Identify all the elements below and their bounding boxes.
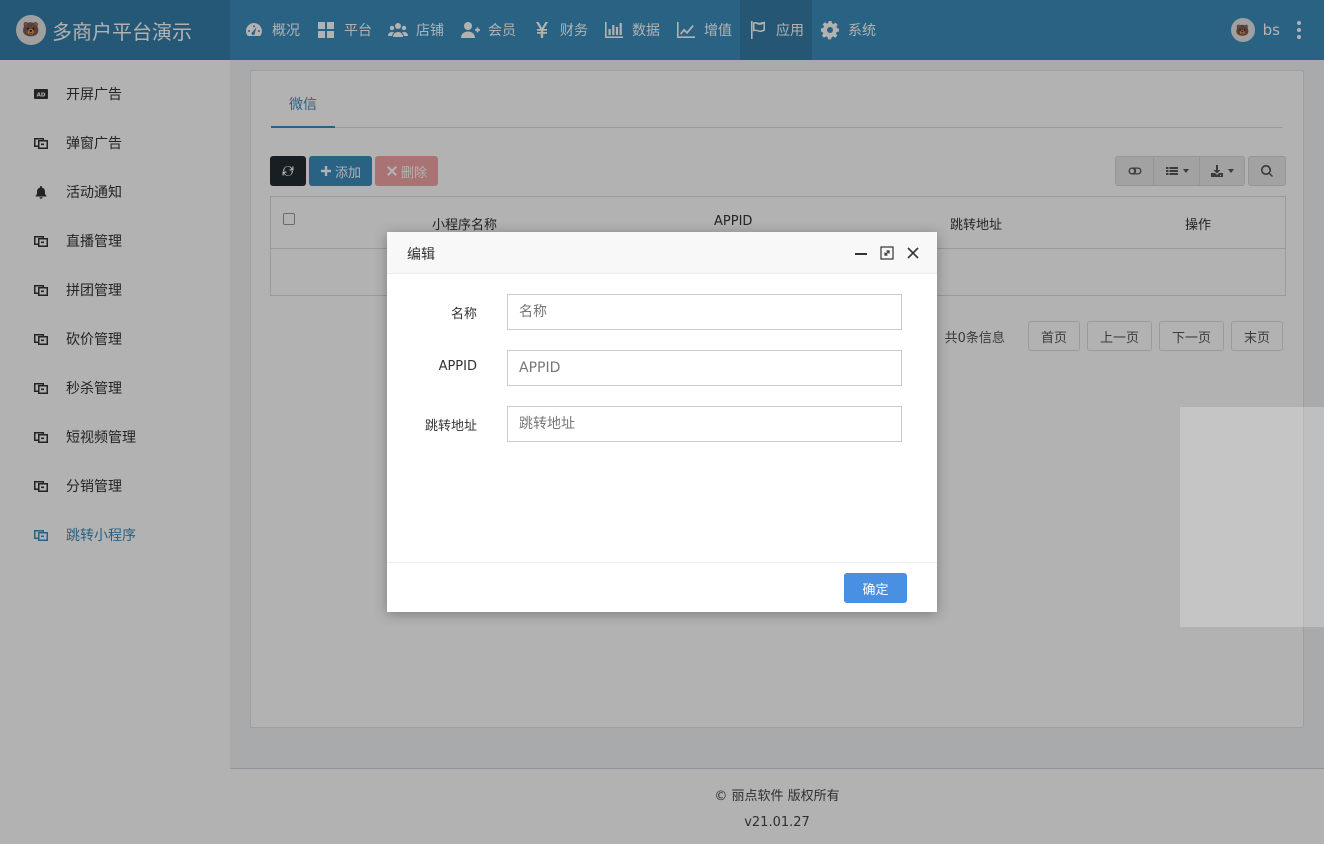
dialog-footer: 确定 (387, 562, 937, 612)
edit-dialog: 编辑 名称 APPID 跳转地址 确定 (387, 232, 937, 612)
form-row-name: 名称 (387, 294, 937, 330)
name-input[interactable] (507, 294, 902, 330)
ghost-panel (1180, 407, 1324, 627)
redirect-label: 跳转地址 (424, 419, 477, 434)
form-row-redirect: 跳转地址 (387, 406, 937, 442)
form-row-appid: APPID (387, 350, 937, 386)
minimize-icon[interactable] (853, 245, 869, 261)
maximize-icon[interactable] (879, 245, 895, 261)
dialog-title: 编辑 (407, 247, 435, 263)
dialog-controls (853, 245, 921, 261)
confirm-button[interactable]: 确定 (844, 573, 907, 603)
dialog-header[interactable]: 编辑 (387, 232, 937, 274)
appid-label: APPID (438, 359, 477, 374)
appid-input[interactable] (507, 350, 902, 386)
close-icon[interactable] (905, 245, 921, 261)
name-label: 名称 (450, 307, 477, 322)
redirect-url-input[interactable] (507, 406, 902, 442)
